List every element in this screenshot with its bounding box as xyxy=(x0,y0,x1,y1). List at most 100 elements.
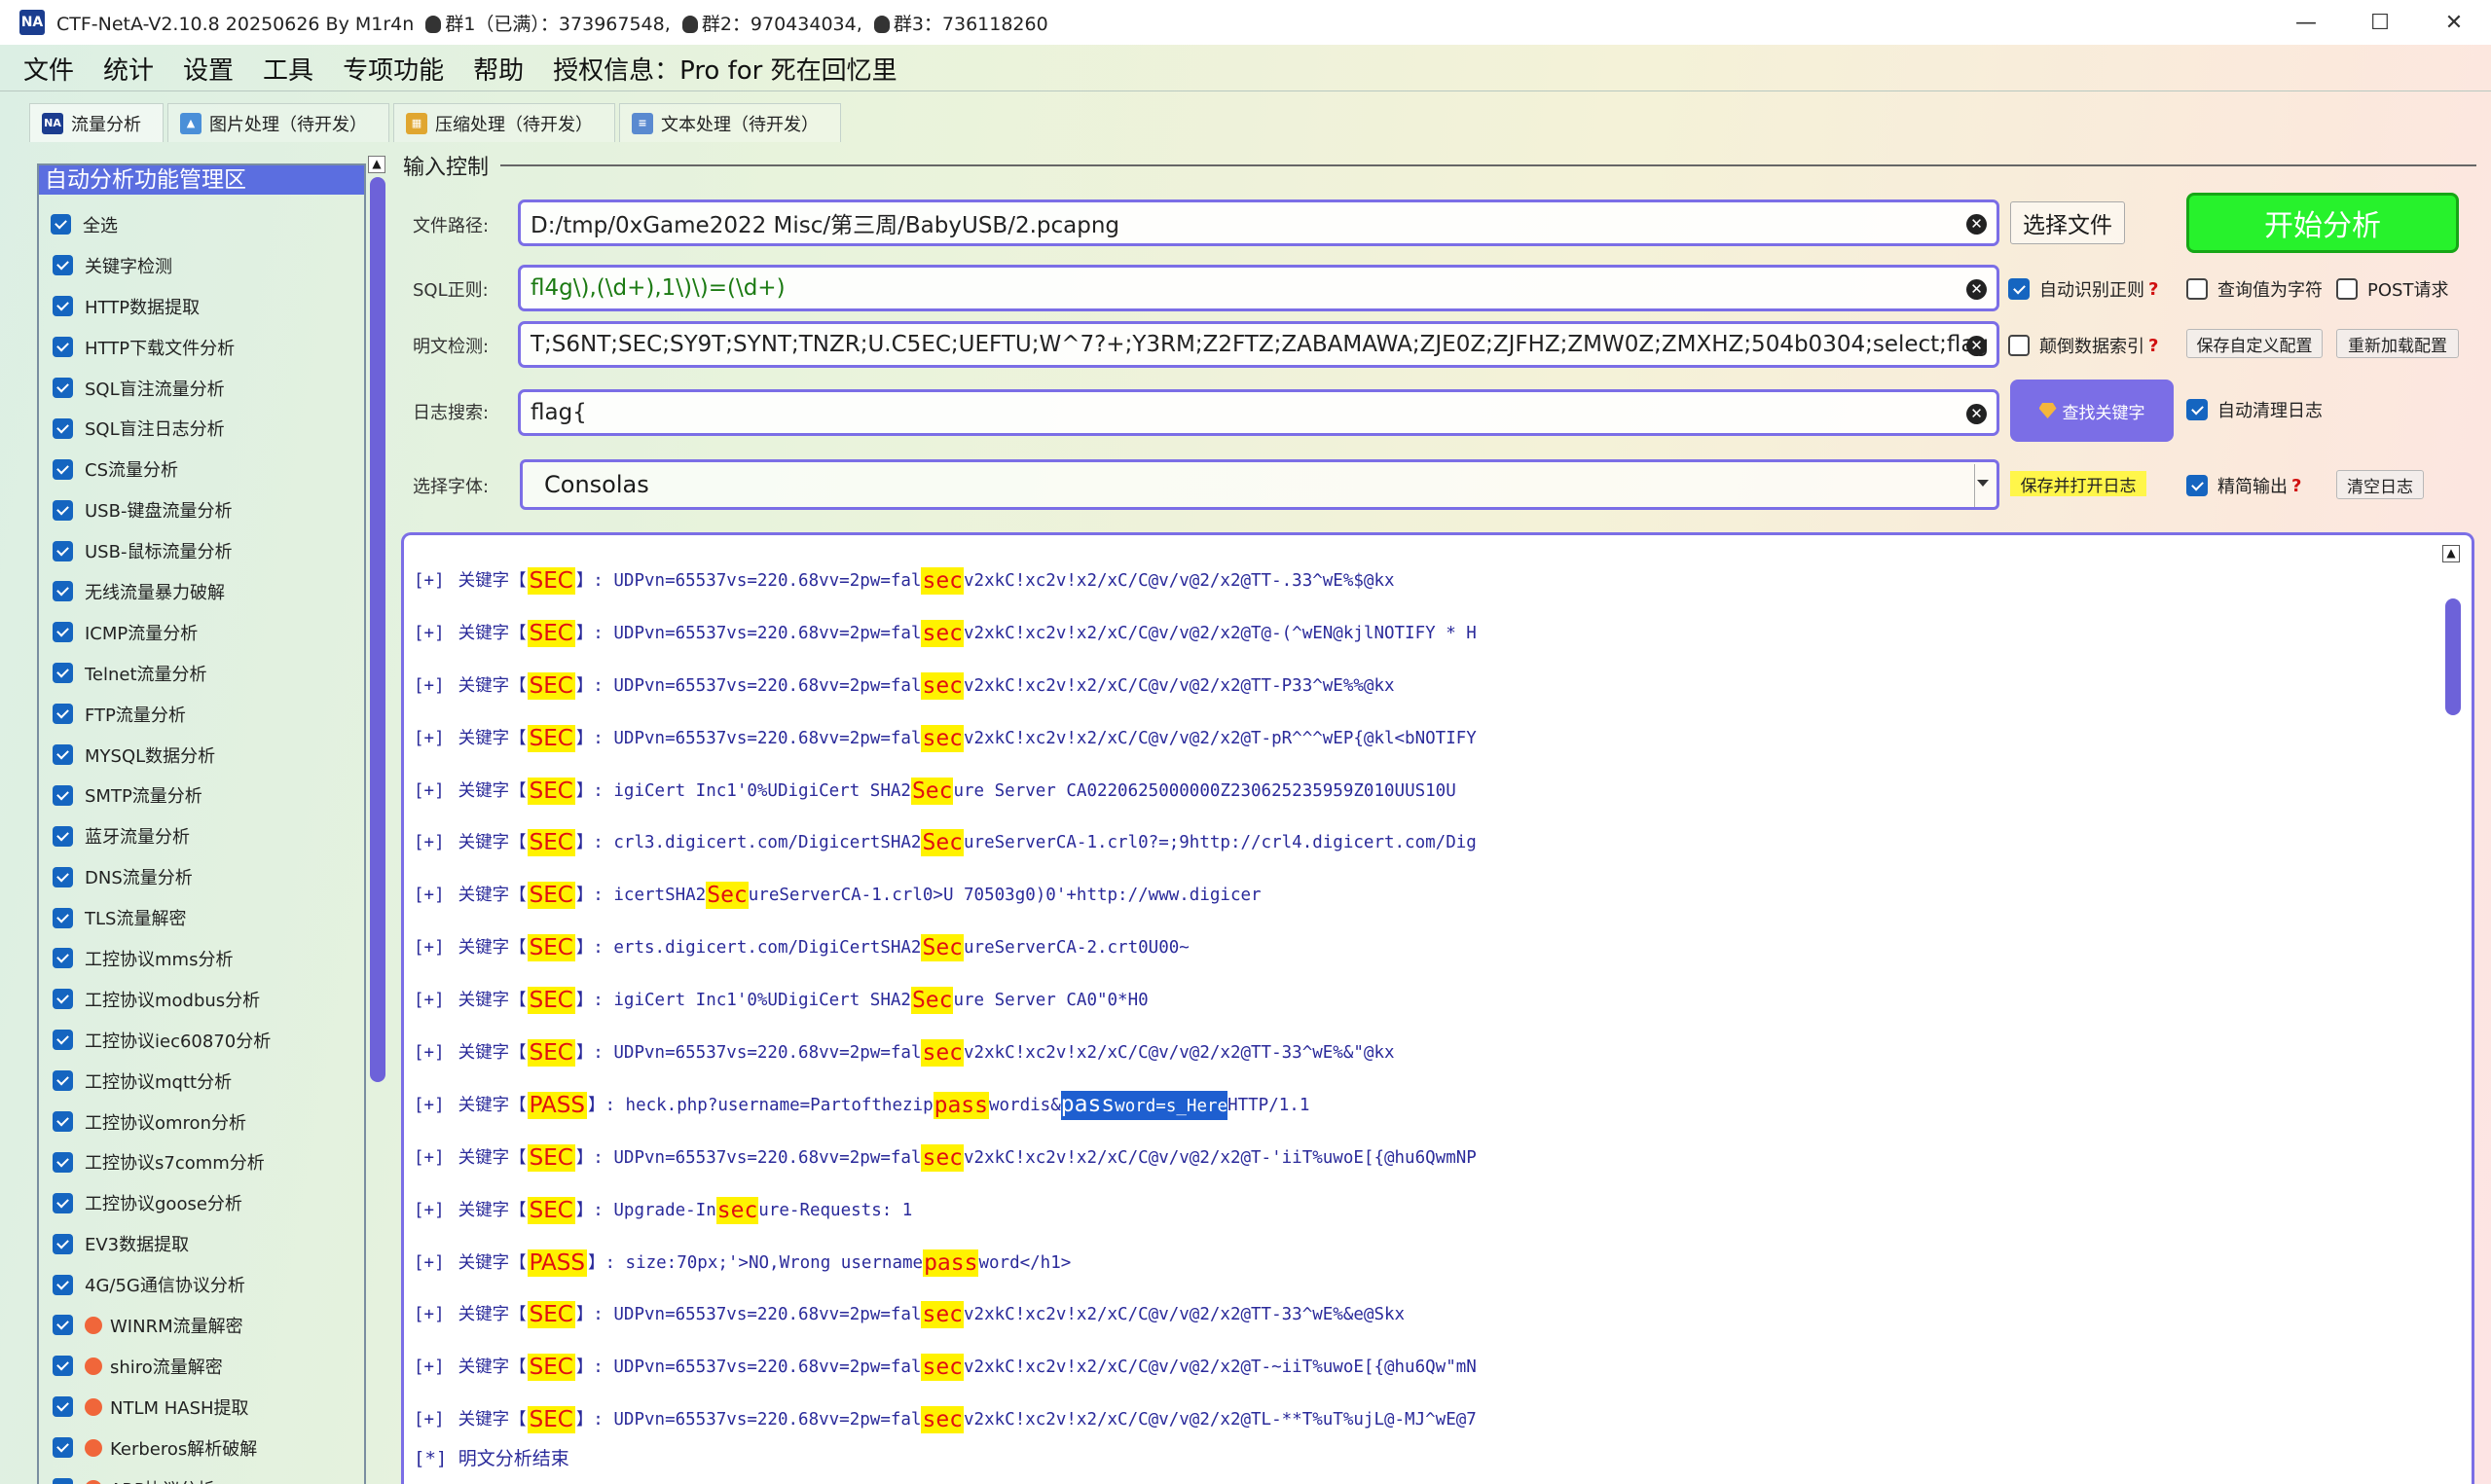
concise-output-option[interactable]: 精简输出? xyxy=(2186,473,2301,498)
sidebar-item[interactable]: 无线流量暴力破解 xyxy=(39,571,364,612)
tab-image-processing[interactable]: ▲ 图片处理（待开发） xyxy=(167,103,389,142)
sidebar-item[interactable]: TLS流量解密 xyxy=(39,897,364,938)
sidebar-item[interactable]: HTTP下载文件分析 xyxy=(39,327,364,368)
checkbox-checked-icon[interactable] xyxy=(53,1315,73,1336)
checkbox-checked-icon[interactable] xyxy=(53,458,73,480)
checkbox-checked-icon[interactable] xyxy=(53,784,73,806)
post-request-option[interactable]: POST请求 xyxy=(2336,276,2448,302)
maximize-button[interactable]: ☐ xyxy=(2343,0,2417,45)
sql-regex-input[interactable]: fl4g\),(\d+),1\)\)=(\d+) ✕ xyxy=(518,265,1999,311)
sidebar-item[interactable]: DNS流量分析 xyxy=(39,856,364,897)
clear-log-button[interactable]: 清空日志 xyxy=(2336,470,2424,499)
sidebar-item[interactable]: 工控协议modbus分析 xyxy=(39,979,364,1020)
sidebar-item[interactable]: SMTP流量分析 xyxy=(39,775,364,815)
auto-clear-log-option[interactable]: 自动清理日志 xyxy=(2186,397,2323,422)
checkbox-unchecked-icon[interactable] xyxy=(2336,278,2358,300)
checkbox-checked-icon[interactable] xyxy=(53,663,73,684)
checkbox-checked-icon[interactable] xyxy=(53,744,73,766)
sidebar-item[interactable]: 工控协议mqtt分析 xyxy=(39,1061,364,1102)
checkbox-checked-icon[interactable] xyxy=(53,1233,73,1254)
sidebar-item[interactable]: WINRM流量解密 xyxy=(39,1305,364,1346)
checkbox-checked-icon[interactable] xyxy=(53,989,73,1010)
sidebar-item[interactable]: ICMP流量分析 xyxy=(39,612,364,653)
clear-icon[interactable]: ✕ xyxy=(1966,214,1987,235)
sidebar-item[interactable]: 蓝牙流量分析 xyxy=(39,815,364,856)
sidebar-item[interactable]: 关键字检测 xyxy=(39,245,364,286)
sidebar-item[interactable]: 工控协议omron分析 xyxy=(39,1102,364,1142)
help-icon[interactable]: ? xyxy=(2291,476,2301,496)
scroll-up-icon[interactable]: ▲ xyxy=(2442,545,2460,562)
clear-icon[interactable]: ✕ xyxy=(1966,404,1987,424)
chevron-down-icon[interactable] xyxy=(1977,480,1989,487)
sidebar-item[interactable]: 工控协议mms分析 xyxy=(39,938,364,979)
checkbox-checked-icon[interactable] xyxy=(51,214,71,235)
checkbox-checked-icon[interactable] xyxy=(53,1030,73,1051)
checkbox-unchecked-icon[interactable] xyxy=(2008,335,2030,356)
checkbox-checked-icon[interactable] xyxy=(53,622,73,643)
help-icon[interactable]: ? xyxy=(2148,336,2158,356)
checkbox-checked-icon[interactable] xyxy=(53,1070,73,1092)
help-icon[interactable]: ? xyxy=(2148,279,2158,300)
choose-file-button[interactable]: 选择文件 xyxy=(2010,201,2125,244)
find-keyword-button[interactable]: 查找关键字 xyxy=(2010,380,2174,442)
checkbox-checked-icon[interactable] xyxy=(53,1478,73,1484)
sidebar-item[interactable]: NTLM HASH提取 xyxy=(39,1387,364,1428)
font-select[interactable]: Consolas xyxy=(520,459,1999,510)
menu-settings[interactable]: 设置 xyxy=(183,51,234,87)
checkbox-checked-icon[interactable] xyxy=(53,378,73,398)
log-output[interactable]: [+] 关键字【SEC】: UDPvn=65537vs=220.68vv=2pw=… xyxy=(401,532,2474,1484)
file-path-input[interactable]: D:/tmp/0xGame2022 Misc/第三周/BabyUSB/2.pca… xyxy=(518,199,1999,246)
checkbox-checked-icon[interactable] xyxy=(53,1151,73,1173)
checkbox-checked-icon[interactable] xyxy=(53,704,73,725)
auto-regex-option[interactable]: 自动识别正则? xyxy=(2008,276,2158,302)
scroll-up-icon[interactable]: ▲ xyxy=(368,156,385,173)
menu-license[interactable]: 授权信息：Pro for 死在回忆里 xyxy=(553,51,897,87)
plaintext-input[interactable]: T;S6NT;SEC;SY9T;SYNT;TNZR;U.C5EC;UEFTU;W… xyxy=(518,321,1999,368)
menu-help[interactable]: 帮助 xyxy=(473,51,524,87)
tab-traffic-analysis[interactable]: NA 流量分析 xyxy=(29,103,164,142)
log-scroll-thumb[interactable] xyxy=(2445,598,2461,715)
sidebar-item[interactable]: SQL盲注流量分析 xyxy=(39,368,364,409)
checkbox-checked-icon[interactable] xyxy=(53,825,73,847)
sidebar-item[interactable]: MYSQL数据分析 xyxy=(39,735,364,776)
checkbox-checked-icon[interactable] xyxy=(53,866,73,887)
sidebar-item[interactable]: 4G/5G通信协议分析 xyxy=(39,1264,364,1305)
start-analysis-button[interactable]: 开始分析 xyxy=(2186,193,2459,253)
checkbox-checked-icon[interactable] xyxy=(53,1396,73,1418)
menu-special[interactable]: 专项功能 xyxy=(343,51,444,87)
checkbox-checked-icon[interactable] xyxy=(53,948,73,969)
checkbox-checked-icon[interactable] xyxy=(53,1274,73,1295)
log-scrollbar[interactable]: ▲ xyxy=(2442,545,2464,1479)
sidebar-item[interactable]: USB-鼠标流量分析 xyxy=(39,530,364,571)
checkbox-checked-icon[interactable] xyxy=(53,540,73,561)
checkbox-checked-icon[interactable] xyxy=(53,337,73,358)
sidebar-item[interactable]: shiro流量解密 xyxy=(39,1346,364,1387)
checkbox-checked-icon[interactable] xyxy=(53,1111,73,1133)
save-open-log-button[interactable]: 保存并打开日志 xyxy=(2010,471,2146,496)
checkbox-checked-icon[interactable] xyxy=(53,907,73,928)
tab-text-processing[interactable]: ≡ 文本处理（待开发） xyxy=(619,103,841,142)
menu-tools[interactable]: 工具 xyxy=(263,51,313,87)
sidebar-scrollbar[interactable]: ▲ xyxy=(368,156,387,1484)
close-button[interactable]: ✕ xyxy=(2417,0,2491,45)
clear-icon[interactable]: ✕ xyxy=(1966,336,1987,356)
sidebar-item[interactable]: Kerberos解析破解 xyxy=(39,1428,364,1468)
minimize-button[interactable]: — xyxy=(2269,0,2343,45)
checkbox-checked-icon[interactable] xyxy=(53,499,73,521)
sidebar-item[interactable]: FTP流量分析 xyxy=(39,694,364,735)
sidebar-item[interactable]: HTTP数据提取 xyxy=(39,286,364,327)
reverse-index-option[interactable]: 颠倒数据索引? xyxy=(2008,333,2158,358)
sidebar-item[interactable]: USB-键盘流量分析 xyxy=(39,489,364,530)
checkbox-checked-icon[interactable] xyxy=(53,1437,73,1459)
save-custom-config-button[interactable]: 保存自定义配置 xyxy=(2186,329,2323,358)
sidebar-item[interactable]: ARP协议分析 xyxy=(39,1468,364,1484)
sidebar-item[interactable]: EV3数据提取 xyxy=(39,1223,364,1264)
sidebar-item[interactable]: SQL盲注日志分析 xyxy=(39,408,364,449)
query-as-char-option[interactable]: 查询值为字符 xyxy=(2186,276,2323,302)
checkbox-checked-icon[interactable] xyxy=(53,255,73,276)
checkbox-unchecked-icon[interactable] xyxy=(2186,278,2208,300)
checkbox-checked-icon[interactable] xyxy=(53,581,73,602)
sidebar-item[interactable]: CS流量分析 xyxy=(39,449,364,489)
sidebar-item[interactable]: 工控协议goose分析 xyxy=(39,1182,364,1223)
select-all-checkbox[interactable]: 全选 xyxy=(39,204,364,245)
